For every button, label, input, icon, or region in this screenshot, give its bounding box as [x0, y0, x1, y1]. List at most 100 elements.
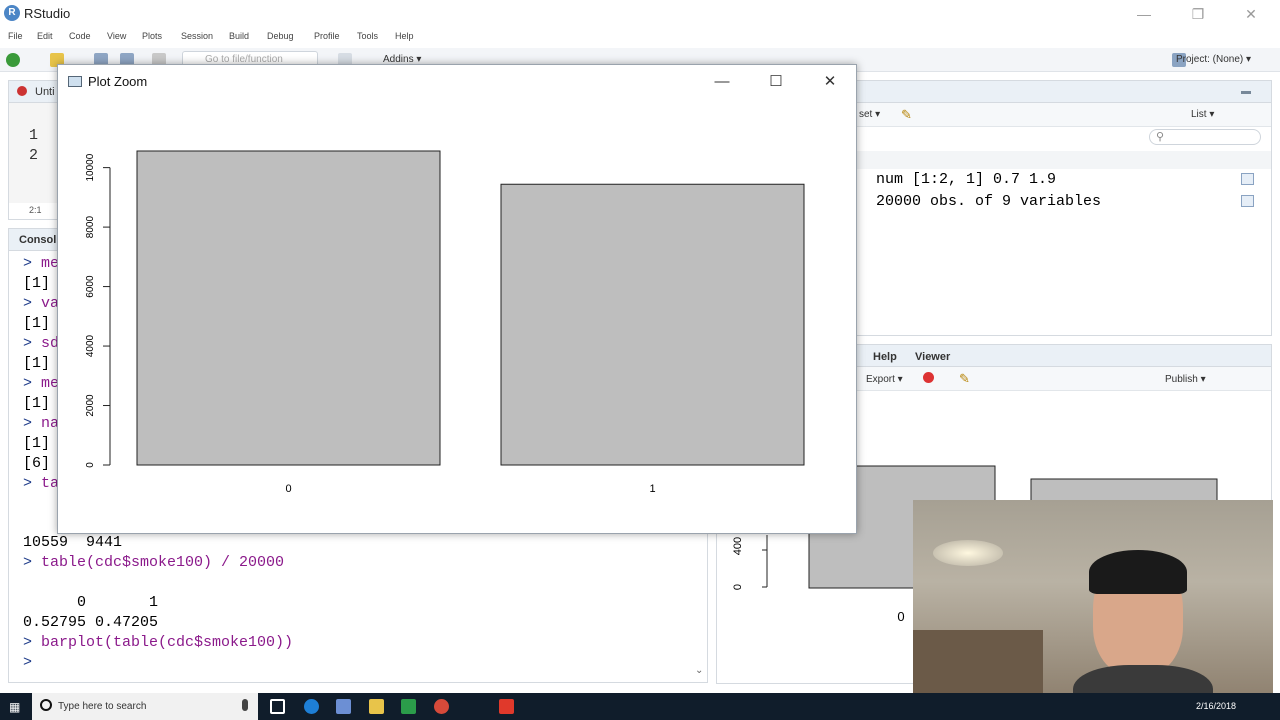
import-dataset-button[interactable]: set ▾ — [859, 109, 880, 120]
menu-file[interactable]: File — [8, 31, 23, 41]
close-icon[interactable]: ✕ — [815, 71, 845, 93]
menu-view[interactable]: View — [107, 31, 126, 41]
search-icon: ⚲ — [1156, 131, 1165, 143]
line-number: 2 — [29, 147, 39, 164]
windows-start-icon[interactable]: ▦ — [9, 700, 20, 714]
menu-edit[interactable]: Edit — [37, 31, 53, 41]
plot-x-label: 0 — [897, 609, 904, 624]
search-placeholder: Type here to search — [58, 701, 147, 712]
console-prompt: > — [23, 654, 42, 671]
table-view-icon[interactable] — [1241, 195, 1254, 207]
plot-zoom-title: Plot Zoom — [88, 74, 148, 89]
plot-zoom-window: Plot Zoom — ☐ ✕ 0 2000 4000 6000 8000 10000 0 1 — [57, 64, 857, 534]
y-tick-label: 4000 — [85, 334, 96, 357]
ceiling-light — [933, 540, 1003, 566]
microphone-icon[interactable] — [242, 699, 248, 711]
webcam-overlay — [913, 500, 1273, 705]
console-line: > va — [23, 295, 59, 312]
edge-icon[interactable] — [304, 699, 319, 714]
app-s-icon[interactable] — [499, 699, 514, 714]
console-line: > me — [23, 375, 59, 392]
export-button[interactable]: Export ▾ — [866, 374, 903, 385]
plot-tick-label: 400 — [732, 537, 744, 555]
window-icon — [68, 76, 82, 87]
tab-viewer[interactable]: Viewer — [915, 351, 950, 363]
minimize-icon[interactable]: — — [707, 71, 737, 93]
console-output-text: 0 1 — [23, 594, 159, 611]
task-view-icon[interactable] — [270, 699, 285, 714]
y-tick-label: 0 — [85, 462, 96, 468]
chrome-icon[interactable] — [434, 699, 449, 714]
environment-search-input[interactable]: ⚲ — [1149, 129, 1261, 145]
export-label: Export — [866, 374, 895, 385]
menu-debug[interactable]: Debug — [267, 31, 294, 41]
scroll-down-icon[interactable]: ⌄ — [695, 665, 703, 676]
bar-0 — [136, 150, 441, 466]
menu-bar: File Edit Code View Plots Session Build … — [0, 28, 1280, 46]
plot-tick-label: 0 — [732, 584, 744, 590]
console-line: > sd — [23, 335, 59, 352]
y-tick-label: 10000 — [85, 153, 96, 181]
console-command: barplot(table(cdc$smoke100)) — [41, 634, 294, 651]
menu-code[interactable]: Code — [69, 31, 91, 41]
project-menu[interactable]: Project: (None) ▾ — [1176, 54, 1251, 65]
menu-session[interactable]: Session — [181, 31, 213, 41]
new-file-icon[interactable] — [6, 53, 20, 67]
menu-build[interactable]: Build — [229, 31, 249, 41]
console-line: 0.52795 0.47205 — [23, 614, 158, 631]
line-number: 1 — [29, 127, 39, 144]
publish-label: Publish — [1165, 374, 1198, 385]
tab-help[interactable]: Help — [873, 351, 897, 363]
console-line: 10559 9441 — [23, 534, 122, 551]
y-tick-label: 2000 — [85, 394, 96, 417]
source-tab[interactable]: Unti — [35, 86, 55, 98]
person-hair — [1089, 550, 1187, 594]
console-command: table(cdc$smoke100) / 20000 — [41, 554, 285, 571]
publish-button[interactable]: Publish ▾ — [1165, 374, 1206, 385]
app-title: RStudio — [24, 6, 71, 21]
menu-plots[interactable]: Plots — [142, 31, 162, 41]
list-view-button[interactable]: List ▾ — [1191, 109, 1214, 120]
table-view-icon[interactable] — [1241, 173, 1254, 185]
bar-chart: 0 2000 4000 6000 8000 10000 0 1 — [85, 150, 805, 495]
minimize-icon[interactable]: — — [1134, 4, 1154, 24]
console-prompt: > — [23, 634, 42, 651]
console-prompt: > — [23, 554, 42, 571]
x-tick-label: 1 — [649, 483, 655, 495]
rstudio-logo-icon: R — [4, 5, 20, 21]
console-prompt: > — [23, 295, 42, 312]
console-prompt: > — [23, 335, 42, 352]
file-explorer-icon[interactable] — [369, 699, 384, 714]
close-icon[interactable]: ✕ — [1241, 4, 1261, 24]
env-row-value: num [1:2, 1] 0.7 1.9 — [876, 171, 1057, 188]
r-file-icon — [17, 86, 27, 96]
taskbar-date: 2/16/2018 — [1196, 701, 1237, 711]
x-tick-label: 0 — [285, 483, 291, 495]
import-dataset-label: set — [859, 109, 873, 120]
console-output-text: 0.52795 0.47205 — [23, 614, 159, 631]
console-line: 0 1 — [23, 594, 158, 611]
taskbar-search[interactable]: Type here to search — [32, 693, 258, 720]
pane-minimize-icon[interactable]: ▬ — [1241, 86, 1251, 97]
store-icon[interactable] — [401, 699, 416, 714]
console-output-text: 10559 9441 — [23, 534, 123, 551]
menu-profile[interactable]: Profile — [314, 31, 340, 41]
console-tab[interactable]: Consol — [19, 234, 56, 246]
project-label: Project: (None) — [1176, 54, 1244, 65]
title-bar: R RStudio — ❐ ✕ — [0, 0, 1280, 28]
menu-help[interactable]: Help — [395, 31, 414, 41]
broom-icon[interactable]: ✎ — [959, 371, 970, 387]
cursor-position: 2:1 — [29, 205, 42, 215]
broom-icon[interactable]: ✎ — [901, 107, 912, 123]
bar-1 — [500, 183, 805, 466]
restore-icon[interactable]: ❐ — [1188, 4, 1208, 24]
remove-plot-icon[interactable] — [923, 372, 934, 383]
rstudio-task-icon[interactable] — [336, 699, 351, 714]
taskbar: ▦ Type here to search 2/16/2018 — [0, 693, 1280, 720]
y-tick-label: 8000 — [85, 216, 96, 239]
console-prompt: > — [23, 375, 42, 392]
console-prompt: > — [23, 475, 42, 492]
search-icon — [40, 699, 52, 711]
maximize-icon[interactable]: ☐ — [761, 71, 791, 93]
menu-tools[interactable]: Tools — [357, 31, 378, 41]
